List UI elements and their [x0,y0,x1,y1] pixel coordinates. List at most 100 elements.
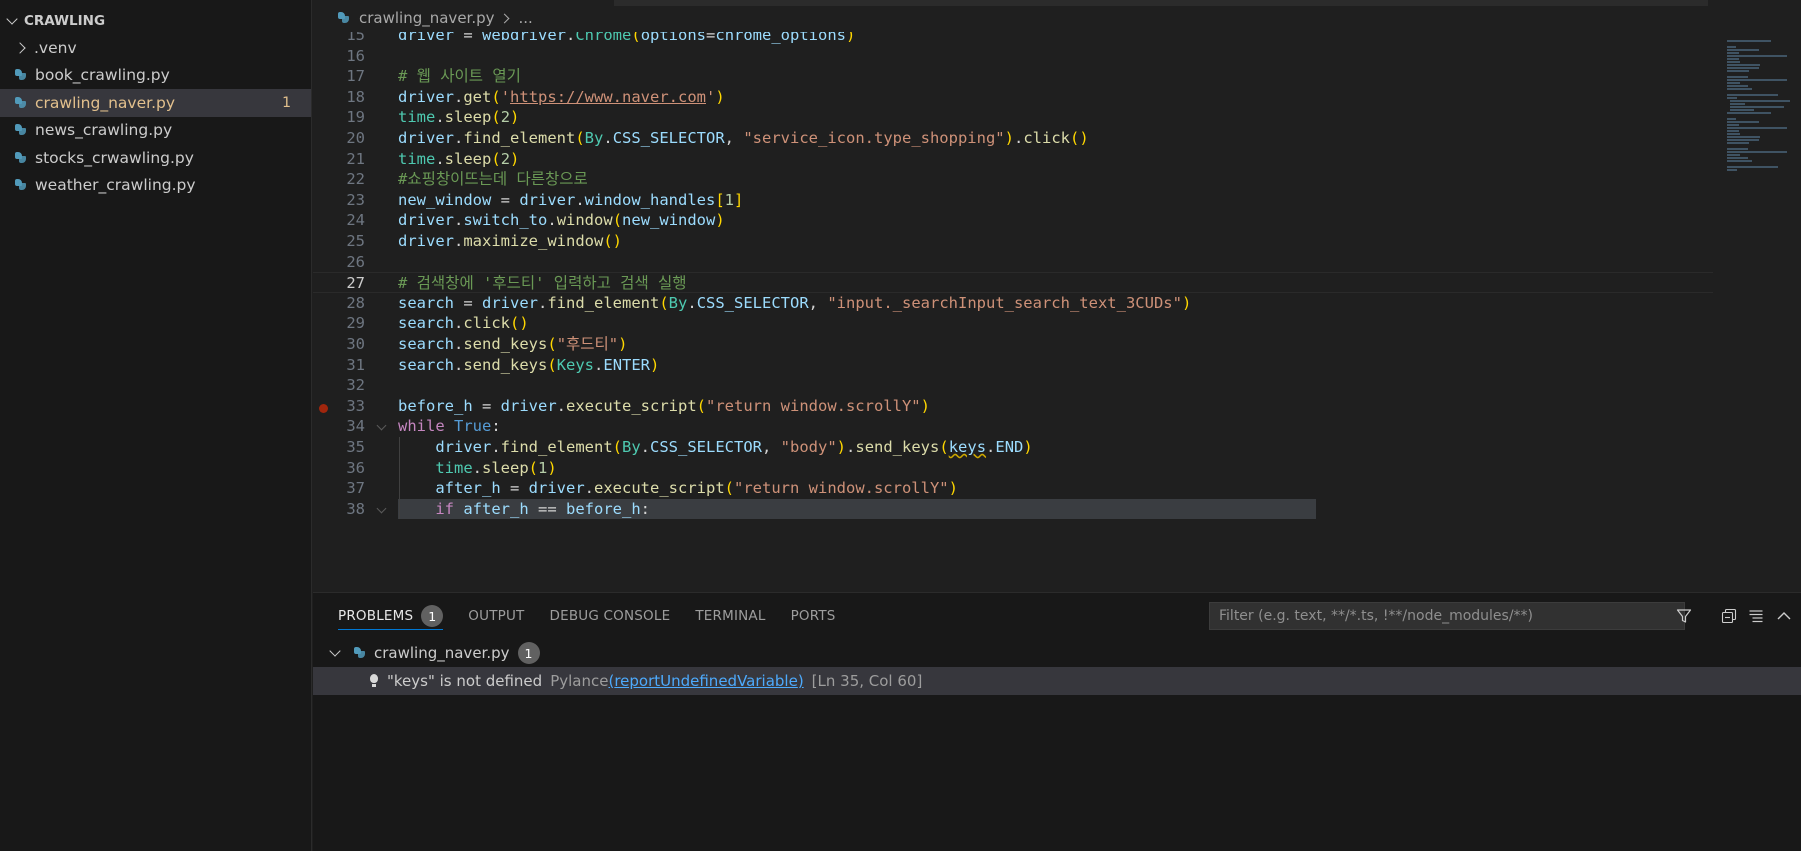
problems-filter-input[interactable] [1209,602,1685,630]
code-line[interactable]: 17 # 웹 사이트 열기 [313,66,1713,87]
code-line[interactable]: 18 driver.get('https://www.naver.com') [313,87,1713,108]
code-line[interactable]: 35 driver.find_element(By.CSS_SELECTOR, … [313,437,1713,458]
code-token: . [435,149,445,168]
code-token: . [846,438,856,456]
code-token: window [556,211,613,230]
line-number: 18 [346,87,365,106]
code-token: . [603,129,613,147]
problem-rule-link[interactable]: reportUndefinedVariable [614,672,798,690]
line-number: 30 [346,335,365,353]
code-token: END [995,438,1024,456]
view-as-list-icon[interactable] [1748,608,1764,624]
minimap-line [1727,124,1739,126]
code-token: "return window.scrollY" [734,479,949,498]
tab-output[interactable]: OUTPUT [468,593,524,639]
tab-terminal[interactable]: TERMINAL [695,593,765,639]
code-editor[interactable]: 15 driver = webdriver.Chrome(options=chro… [313,32,1713,592]
filter-icon[interactable] [1676,608,1692,624]
code-line[interactable]: 30 search.send_keys("후드티") [313,334,1713,355]
code-token: ( [491,108,501,127]
code-line[interactable]: 33 before_h = driver.execute_script("retu… [313,396,1713,417]
code-token: = [472,396,501,415]
line-number: 29 [346,314,365,333]
code-line[interactable]: 16 [313,46,1713,67]
chevron-up-icon[interactable] [1776,608,1792,624]
code-token: = [500,479,529,498]
line-number: 16 [346,46,365,65]
lightbulb-icon[interactable] [369,674,379,688]
explorer-folder-header[interactable]: CRAWLING [0,8,311,34]
line-number: 17 [346,67,365,86]
python-file-icon [14,123,28,137]
code-token: = [454,32,482,44]
code-line[interactable]: 22 #쇼핑창이뜨는데 다른창으로 [313,169,1713,190]
problem-rule-close[interactable]: ) [798,672,804,690]
breadcrumb-file[interactable]: crawling_naver.py [359,9,495,27]
code-line[interactable]: 28 search = driver.find_element(By.CSS_SE… [313,293,1713,314]
explorer-item[interactable]: crawling_naver.py 1 [0,89,311,117]
code-line[interactable]: 34 while True: [313,416,1713,437]
code-line[interactable]: 25 driver.maximize_window() [313,231,1713,252]
minimap-line [1727,82,1740,84]
code-token: [ [715,190,725,209]
code-token: == [528,499,566,518]
line-number: 20 [346,129,365,147]
line-code: search.click() [398,313,529,334]
code-line[interactable]: 36 time.sleep(1) [313,457,1713,479]
code-token: . [566,32,576,44]
tab-debug-console[interactable]: DEBUG CONSOLE [550,593,671,639]
code-line[interactable]: 26 [313,252,1713,273]
code-token: ( [547,355,557,374]
tab-problems[interactable]: PROBLEMS 1 [338,593,444,639]
code-line[interactable]: 15 driver = webdriver.Chrome(options=chro… [313,32,1713,46]
problem-file-row[interactable]: crawling_naver.py 1 [313,639,1801,667]
code-line[interactable]: 27 # 검색창에 '후드티' 입력하고 검색 실행 [313,272,1713,293]
explorer-item[interactable]: stocks_crwawling.py [0,144,311,172]
problem-item[interactable]: "keys" is not defined Pylance(reportUnde… [313,667,1801,695]
chevron-down-icon[interactable] [327,645,343,661]
code-line[interactable]: 24 driver.switch_to.window(new_window) [313,210,1713,231]
code-token: : [491,417,501,436]
code-token: ( [491,87,501,106]
fold-chevron-icon[interactable] [376,503,387,514]
code-token: . [491,438,501,456]
line-code: driver.find_element(By.CSS_SELECTOR, "bo… [398,437,1032,458]
code-line[interactable]: 32 [313,375,1713,396]
explorer-item[interactable]: .venv [0,34,311,62]
minimap-line [1727,61,1740,63]
minimap[interactable] [1713,32,1801,592]
code-token: ] [734,190,744,209]
code-line[interactable]: 37 after_h = driver.execute_script("retu… [313,478,1713,499]
line-code: driver.get('https://www.naver.com') [398,87,725,108]
line-code: # 웹 사이트 열기 [398,66,521,87]
code-line[interactable]: 29 search.click() [313,313,1713,334]
code-line[interactable]: 38 if after_h == before_h: [313,498,1713,520]
code-token: 1 [538,458,548,477]
fold-chevron-icon[interactable] [376,420,387,431]
code-line[interactable]: 20 driver.find_element(By.CSS_SELECTOR, "… [313,128,1713,149]
code-line[interactable]: 31 search.send_keys(Keys.ENTER) [313,355,1713,376]
line-number: 25 [346,232,365,250]
code-token: ) [510,149,520,168]
minimap-line [1727,67,1759,69]
code-token: By [622,438,641,456]
code-line[interactable]: 19 time.sleep(2) [313,107,1713,128]
explorer-item[interactable]: weather_crawling.py [0,172,311,200]
collapse-all-icon[interactable] [1721,608,1737,624]
tab-ports[interactable]: PORTS [791,593,836,639]
code-token: send_keys [855,438,940,456]
breadcrumb-symbol[interactable]: ... [519,9,533,27]
explorer-item[interactable]: news_crawling.py [0,117,311,145]
line-code: driver.switch_to.window(new_window) [398,210,725,231]
python-file-icon [353,646,367,660]
line-code: after_h = driver.execute_script("return … [398,478,958,499]
explorer-item-label: news_crawling.py [35,121,173,140]
chevron-right-icon [14,40,30,56]
code-line[interactable]: 23 new_window = driver.window_handles[1] [313,190,1713,211]
code-token: = [706,32,716,44]
code-token: find_element [547,293,660,312]
explorer-item[interactable]: book_crawling.py [0,62,311,90]
code-line[interactable]: 21 time.sleep(2) [313,149,1713,170]
line-code: driver = webdriver.Chrome(options=chrome… [398,32,855,46]
